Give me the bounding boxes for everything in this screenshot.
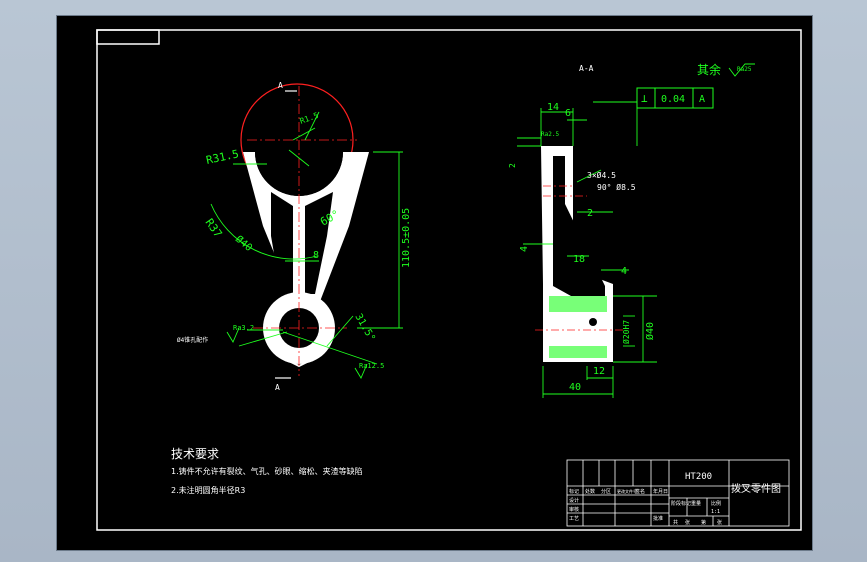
section-hatch-lower <box>549 296 607 312</box>
tolerance-frame: ⊥ 0.04 A <box>636 87 714 109</box>
row-label-2: 分区 <box>601 488 611 495</box>
dim-6: 6 <box>565 108 571 119</box>
dim-4: 4 <box>519 246 530 252</box>
tolerance-symbol: ⊥ <box>641 92 648 105</box>
row-label-5: 年月日 <box>653 488 668 495</box>
left-label-0: 设计 <box>569 497 579 504</box>
dim-12: 12 <box>593 366 605 377</box>
sheet-label-0: 共 <box>673 519 678 526</box>
stage-label-1: 重量 <box>691 500 701 507</box>
sheet-label-2: 第 <box>701 519 706 526</box>
pocket-left <box>271 192 293 294</box>
hole-spec-2: 90° Ø8.5 <box>597 182 636 192</box>
dim-18: 18 <box>573 254 585 265</box>
cad-drawing: A A R31.5 R37 Ø40 60° 8 110.5±0.05 31.5°… <box>96 29 802 531</box>
drawing-sheet: A A R31.5 R37 Ø40 60° 8 110.5±0.05 31.5°… <box>56 15 813 551</box>
technical-requirements: 技术要求 1.铸件不允许有裂纹、气孔、砂眼、缩松、夹渣等缺陷 2.未注明圆角半径… <box>171 447 363 495</box>
roughness-side: Ra2.5 <box>541 131 559 138</box>
row-label-1: 处数 <box>585 488 595 495</box>
tolerance-value: 0.04 <box>661 94 685 105</box>
dim-4b: 4 <box>621 266 627 277</box>
material: HT200 <box>685 472 712 482</box>
dim-40: 40 <box>569 382 581 393</box>
tech-line-1: 1.铸件不允许有裂纹、气孔、砂眼、缩松、夹渣等缺陷 <box>171 466 363 476</box>
hole-spec-1: 3×Ø4.5 <box>587 170 616 180</box>
tech-title: 技术要求 <box>171 447 219 461</box>
tolerance-datum: A <box>699 94 705 105</box>
dim-r37: R37 <box>203 216 225 240</box>
side-hole <box>589 318 597 326</box>
title-block-text: HT200 拨叉零件图 标记 处数 分区 更改文件号 签名 年月日 阶段标记 重… <box>569 472 781 526</box>
row-label-0: 标记 <box>569 488 579 495</box>
roughness-ra32: Ra3.2 <box>233 324 254 332</box>
left-label-2: 工艺 <box>569 516 579 522</box>
roughness-rest-value: Ra25 <box>737 66 752 73</box>
roughness-rest-label: 其余 <box>697 62 721 77</box>
tech-line-2: 2.未注明圆角半径R3 <box>171 485 245 495</box>
dim-2: 2 <box>587 208 593 219</box>
corner-box <box>96 29 160 45</box>
dim-width8: 8 <box>313 250 319 261</box>
stage-label-0: 阶段标记 <box>671 500 691 507</box>
row-label-3: 更改文件号 <box>617 488 637 494</box>
stage-label-2: 比例 <box>711 500 721 507</box>
note-taper-hole: Ø4锥孔配作 <box>177 336 208 344</box>
dim-d20: Ø20H7 <box>621 320 631 344</box>
dim-d40-vertical: Ø40 <box>644 322 656 340</box>
scale-value: 1:1 <box>711 509 720 515</box>
sheet-label-1: 张 <box>685 519 690 526</box>
sheet-label-3: 张 <box>717 519 722 526</box>
row-label-4: 签名 <box>635 488 645 495</box>
section-label: A-A <box>579 64 594 73</box>
section-mark-bottom: A <box>275 383 280 392</box>
dim-d40: Ø40 <box>233 233 255 254</box>
dim-2-top: 2 <box>508 163 517 168</box>
front-view: A A R31.5 R37 Ø40 60° 8 110.5±0.05 31.5°… <box>177 81 412 392</box>
roughness-ra125: Ra12.5 <box>359 362 384 370</box>
part-name: 拨叉零件图 <box>731 482 781 495</box>
dim-14: 14 <box>547 102 559 113</box>
section-mark-top: A <box>278 81 283 90</box>
left-label-1: 审核 <box>569 506 579 513</box>
dim-height1105: 110.5±0.05 <box>401 208 412 268</box>
left-label-3: 批准 <box>653 515 663 522</box>
side-view: A-A ⊥ 0.04 A 其余 Ra25 14 6 2 Ra2.5 3×Ø4.5… <box>508 62 755 398</box>
section-hatch-bottom <box>549 346 607 358</box>
